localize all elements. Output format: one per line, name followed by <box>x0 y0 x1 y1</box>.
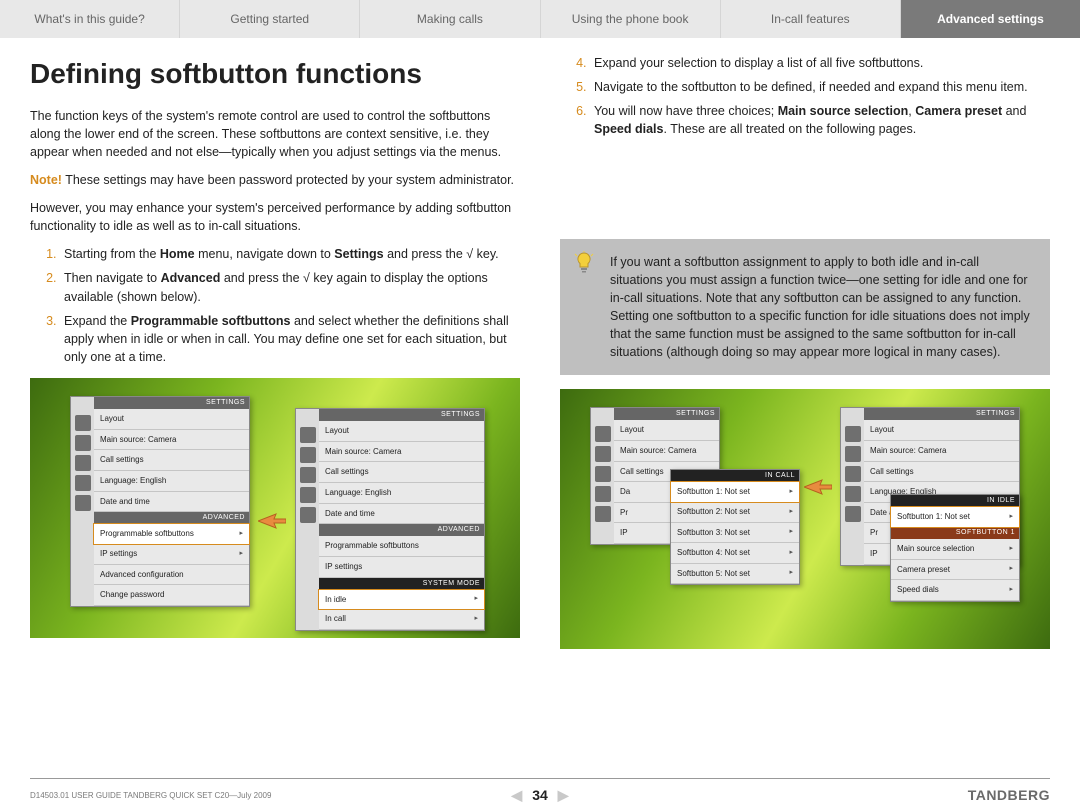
page-title: Defining softbutton functions <box>30 54 520 95</box>
left-steps: Starting from the Home menu, navigate do… <box>60 245 520 366</box>
ui-row: Softbutton 3: Not set▸ <box>671 523 799 544</box>
ui-row: IP settings▸ <box>94 544 249 565</box>
ui-row: Softbutton 2: Not set▸ <box>671 502 799 523</box>
page-footer: D14503.01 USER GUIDE TANDBERG QUICK SET … <box>30 778 1050 803</box>
ui-settings-window-2: SETTINGS Layout Main source: Camera Call… <box>295 408 485 631</box>
step-5: Navigate to the softbutton to be defined… <box>590 78 1050 96</box>
step-6: You will now have three choices; Main so… <box>590 102 1050 138</box>
step-4: Expand your selection to display a list … <box>590 54 1050 72</box>
ui-row: Speed dials▸ <box>891 580 1019 601</box>
ui-row-selected: Softbutton 1: Not set▸ <box>670 481 800 503</box>
page-number: 34 <box>532 787 548 803</box>
intro-para-1: The function keys of the system's remote… <box>30 107 520 161</box>
ui-row: Main source: Camera <box>319 442 484 463</box>
prev-page-arrow[interactable]: ◀ <box>511 787 522 804</box>
tab-whats-in-guide[interactable]: What's in this guide? <box>0 0 180 38</box>
ui-row: Layout <box>319 421 484 442</box>
ui-row: Call settings <box>319 462 484 483</box>
nav-tabs: What's in this guide? Getting started Ma… <box>0 0 1080 38</box>
doc-id: D14503.01 USER GUIDE TANDBERG QUICK SET … <box>30 791 271 800</box>
step-3: Expand the Programmable softbuttons and … <box>60 312 520 366</box>
pointer-hand-icon <box>258 511 286 531</box>
ui-row: Main source: Camera <box>864 441 1019 462</box>
step-2: Then navigate to Advanced and press the … <box>60 269 520 305</box>
ui-row: Main source selection▸ <box>891 539 1019 560</box>
ui-row: Softbutton 4: Not set▸ <box>671 543 799 564</box>
ui-row: Layout <box>94 409 249 430</box>
pointer-hand-icon <box>804 477 832 497</box>
ui-row-selected: Softbutton 1: Not set▸ <box>890 506 1020 528</box>
page-content: Defining softbutton functions The functi… <box>0 38 1080 738</box>
note-para: Note! These settings may have been passw… <box>30 171 520 189</box>
ui-row: Layout <box>614 420 719 441</box>
ui-row: Main source: Camera <box>94 430 249 451</box>
tip-box: If you want a softbutton assignment to a… <box>560 239 1050 376</box>
ui-row: Softbutton 5: Not set▸ <box>671 564 799 585</box>
ui-incall-popup: IN CALL Softbutton 1: Not set▸ Softbutto… <box>670 469 800 585</box>
ui-row: Camera preset▸ <box>891 560 1019 581</box>
tab-getting-started[interactable]: Getting started <box>180 0 360 38</box>
ui-row: Change password <box>94 585 249 606</box>
ui-row: Layout <box>864 420 1019 441</box>
ui-row: Call settings <box>864 462 1019 483</box>
intro-para-3: However, you may enhance your system's p… <box>30 199 520 235</box>
ui-row: Main source: Camera <box>614 441 719 462</box>
ui-row: Call settings <box>94 450 249 471</box>
ui-row: Date and time <box>319 504 484 525</box>
step-1: Starting from the Home menu, navigate do… <box>60 245 520 263</box>
left-column: Defining softbutton functions The functi… <box>30 54 520 738</box>
ui-row: Advanced configuration <box>94 565 249 586</box>
note-label: Note! <box>30 173 62 187</box>
ui-settings-window-1: SETTINGS Layout Main source: Camera Call… <box>70 396 250 607</box>
ui-row: Language: English <box>319 483 484 504</box>
tab-advanced-settings[interactable]: Advanced settings <box>901 0 1080 38</box>
ui-row-selected: In idle▸ <box>318 589 485 611</box>
lightbulb-icon <box>572 251 596 275</box>
right-column: Expand your selection to display a list … <box>560 54 1050 738</box>
ui-inidle-popup: IN IDLE Softbutton 1: Not set▸ SOFTBUTTO… <box>890 494 1020 602</box>
brand-logo: TANDBERG <box>968 787 1050 803</box>
ui-row-selected: Programmable softbuttons▸ <box>93 523 250 545</box>
ui-row: Language: English <box>94 471 249 492</box>
tab-making-calls[interactable]: Making calls <box>360 0 540 38</box>
tab-phone-book[interactable]: Using the phone book <box>541 0 721 38</box>
right-screenshot: SETTINGS Layout Main source: Camera Call… <box>560 389 1050 649</box>
right-steps: Expand your selection to display a list … <box>590 54 1050 139</box>
ui-row: IP settings <box>319 557 484 578</box>
ui-row: Programmable softbuttons <box>319 536 484 557</box>
next-page-arrow[interactable]: ▶ <box>558 787 569 804</box>
ui-row: Date and time <box>94 492 249 513</box>
tip-text: If you want a softbutton assignment to a… <box>610 255 1030 360</box>
ui-row: In call▸ <box>319 609 484 630</box>
left-screenshot: SETTINGS Layout Main source: Camera Call… <box>30 378 520 638</box>
tab-in-call[interactable]: In-call features <box>721 0 901 38</box>
